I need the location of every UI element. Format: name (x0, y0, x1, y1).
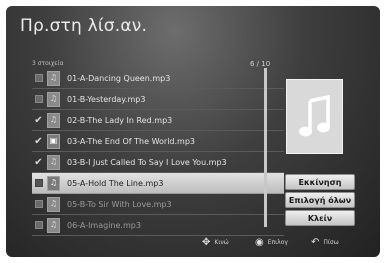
list-item-label: 01-B-Yesterday.mp3 (67, 94, 146, 104)
footer-select: ◉ Επιλογ (255, 237, 288, 248)
music-file-icon: ♫ (47, 175, 60, 191)
checkbox[interactable] (32, 215, 45, 235)
list-item-label: 01-A-Dancing Queen.mp3 (67, 73, 171, 83)
back-icon: ↶ (311, 237, 320, 248)
list-item[interactable]: ♫ 06-A-Imagine.mp3 (32, 215, 284, 236)
list-item-label: 05-B-To Sir With Love.mp3 (67, 199, 172, 209)
page-title: Πρ.στη λίσ.αν. (20, 16, 148, 36)
list-item[interactable]: ♫ 01-A-Dancing Queen.mp3 (32, 68, 284, 89)
music-file-icon: ♫ (47, 196, 60, 212)
list-item[interactable]: ✔ ▣ 03-A-The End Of The World.mp3 (32, 131, 284, 152)
checkmark-icon[interactable]: ✔ (32, 131, 45, 151)
footer-move: ✥ Κινώ (202, 237, 229, 248)
music-file-icon: ♫ (47, 70, 60, 86)
picture-file-icon: ▣ (47, 133, 60, 149)
item-count-label: 3 στοιχεία (32, 60, 64, 67)
file-list: ♫ 01-A-Dancing Queen.mp3 ♫ 01-B-Yesterda… (32, 68, 284, 236)
list-item[interactable]: ♫ 01-B-Yesterday.mp3 (32, 89, 284, 110)
checkbox[interactable] (32, 68, 45, 88)
footer-back-label: Πίσω (323, 239, 339, 246)
checkmark-icon[interactable]: ✔ (32, 152, 45, 172)
checkbox[interactable] (32, 89, 45, 109)
music-file-icon: ♫ (47, 217, 60, 233)
scrollbar[interactable] (264, 68, 267, 227)
close-button[interactable]: Κλείν (285, 210, 355, 226)
list-item[interactable]: ✔ ♫ 02-B-The Lady In Red.mp3 (32, 110, 284, 131)
dpad-icon: ✥ (202, 237, 211, 248)
list-item-label: 03-B-I Just Called To Say I Love You.mp3 (67, 157, 227, 167)
list-item-label: 03-A-The End Of The World.mp3 (67, 136, 196, 146)
list-item-label: 02-B-The Lady In Red.mp3 (67, 115, 173, 125)
list-item-selected[interactable]: ♫ 05-A-Hold The Line.mp3 (32, 173, 284, 194)
music-file-icon: ♫ (47, 91, 60, 107)
play-button[interactable]: Εκκίνηση (285, 174, 355, 190)
checkmark-icon[interactable]: ✔ (32, 110, 45, 130)
screen: Πρ.στη λίσ.αν. 3 στοιχεία 6 / 10 ♫ 01-A-… (6, 6, 380, 257)
music-file-icon: ♫ (47, 154, 60, 170)
footer-move-label: Κινώ (214, 239, 229, 246)
footer-select-label: Επιλογ (267, 239, 288, 246)
footer-back: ↶ Πίσω (311, 237, 339, 248)
list-item-label: 05-A-Hold The Line.mp3 (67, 178, 164, 188)
list-item[interactable]: ♫ 05-B-To Sir With Love.mp3 (32, 194, 284, 215)
music-note-icon (286, 79, 343, 154)
select-all-button[interactable]: Επιλογή όλων (285, 192, 355, 208)
music-file-icon: ♫ (47, 112, 60, 128)
page-indicator: 6 / 10 (250, 60, 271, 68)
list-item-label: 06-A-Imagine.mp3 (67, 220, 141, 230)
list-item[interactable]: ✔ ♫ 03-B-I Just Called To Say I Love You… (32, 152, 284, 173)
checkbox[interactable] (32, 194, 45, 214)
enter-button-icon: ◉ (255, 237, 264, 248)
checkbox[interactable] (32, 173, 45, 193)
